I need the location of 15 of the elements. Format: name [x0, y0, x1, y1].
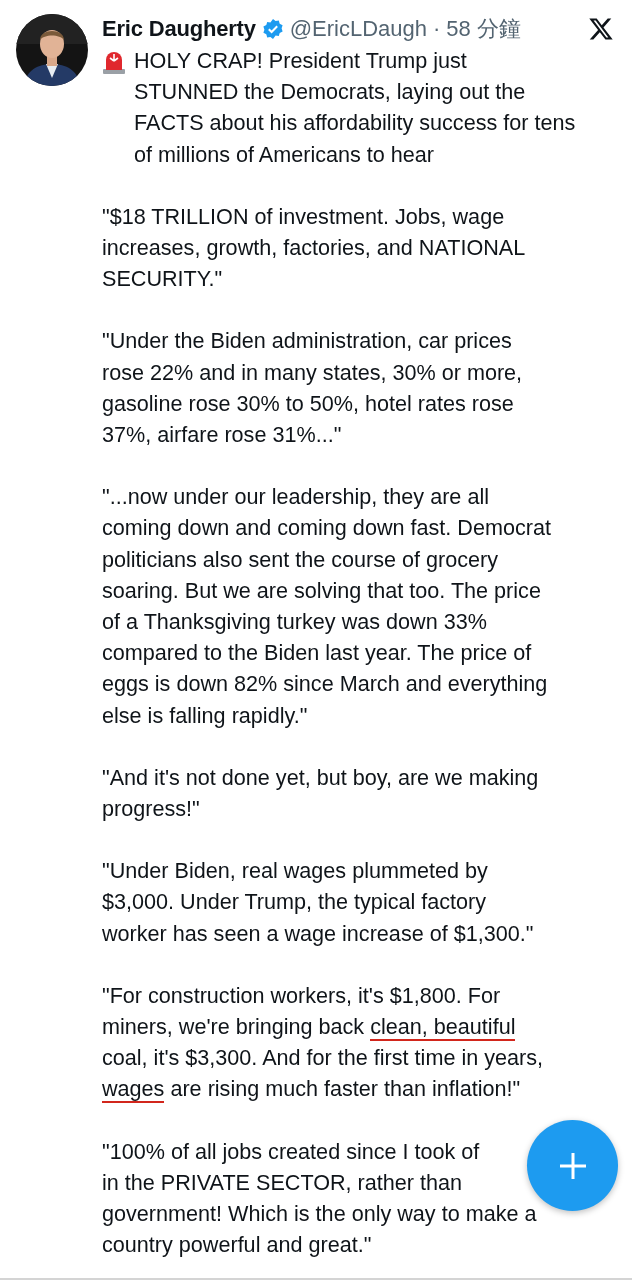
tweet-paragraph: "For construction workers, it's $1,800. For miners, we're bringing back clean, beautiful coal, it's $3,300. And for the first time in years, wages are rising much faster than inflation!" [102, 981, 543, 1105]
tweet-paragraph: "Under Biden, real wages plummeted by $3,000. Under Trump, the typical factory worker has seen a wage increase of $1,300." [102, 857, 534, 948]
plus-icon [557, 1150, 588, 1181]
author-name[interactable]: Eric Daugherty [102, 16, 256, 42]
compose-button[interactable] [527, 1120, 618, 1211]
author-handle[interactable]: @EricLDaugh [289, 16, 427, 42]
tweet-paragraph: "Under the Biden administration, car prices rose 22% and in many states, 30% or more, gasoline rose 30% to 50%, hotel rates rose 37%, airfare rose 31%..." [102, 327, 523, 450]
tweet-paragraph: HOLY CRAP! President Trump just STUNNED the Democrats, laying out the FACTS about his affordability success for tens of millions of Americans to hear [133, 47, 576, 169]
tweet-paragraph: "$18 TRILLION of investment. Jobs, wage increases, growth, factories, and NATIONAL SECURITY." [102, 202, 526, 294]
tweet-paragraph: "...now under our leadership, they are all coming down and coming down fast. Democrat politicians also sent the course of grocery soaring. But we are solving that too. The price of a Thanksgiving turkey was down 33% compared to the Biden last year. The price of eggs is down 82% since March and everything else is falling rapidly." [102, 483, 551, 730]
tweet-paragraph: "100% of all jobs created since I took of in the PRIVATE SECTOR, rather than government! Which is the only way to make a country powerful and great." [102, 1137, 537, 1260]
timestamp[interactable]: 58 分鐘 [446, 14, 521, 44]
tweet-paragraph: "And it's not done yet, but boy, are we making progress!" [102, 763, 539, 824]
x-logo-icon[interactable] [588, 16, 614, 42]
separator-dot: · [433, 16, 441, 42]
